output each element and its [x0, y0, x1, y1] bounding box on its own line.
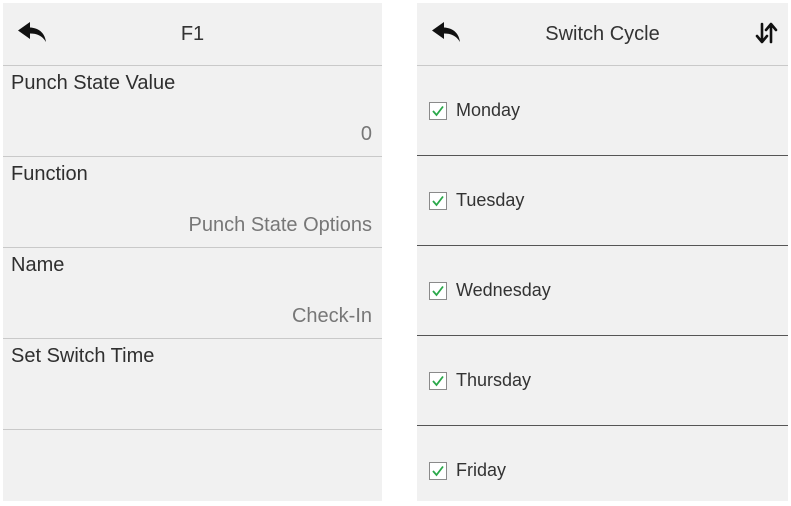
sort-arrows-icon — [755, 22, 778, 44]
back-button[interactable] — [431, 21, 465, 47]
checkmark-icon — [432, 375, 444, 386]
empty-row — [3, 430, 382, 501]
setting-set-switch-time[interactable]: Set Switch Time — [3, 339, 382, 430]
sort-button[interactable] — [754, 21, 780, 47]
day-checkbox[interactable] — [429, 191, 447, 210]
switch-cycle-screen: Switch Cycle Monday Tuesday Wednesday Th… — [417, 3, 788, 501]
day-label: Thursday — [456, 370, 532, 390]
setting-value: Check-In — [291, 305, 372, 327]
checkmark-icon — [432, 105, 444, 116]
function-settings-screen: F1 Punch State Value 0 Function Punch St… — [3, 3, 382, 501]
day-label: Friday — [456, 460, 507, 480]
day-row-thursday[interactable]: Thursday — [417, 336, 788, 426]
back-button[interactable] — [17, 21, 51, 47]
setting-punch-state-value[interactable]: Punch State Value 0 — [3, 66, 382, 157]
day-row-friday[interactable]: Friday — [417, 426, 788, 501]
day-checkbox[interactable] — [429, 101, 447, 120]
setting-label: Name — [11, 254, 65, 276]
day-row-tuesday[interactable]: Tuesday — [417, 156, 788, 246]
back-arrow-icon — [432, 22, 460, 42]
day-label: Monday — [456, 100, 521, 120]
setting-name[interactable]: Name Check-In — [3, 248, 382, 339]
setting-label: Function — [11, 163, 88, 185]
day-row-wednesday[interactable]: Wednesday — [417, 246, 788, 336]
day-checkbox[interactable] — [429, 371, 447, 390]
checkmark-icon — [432, 465, 444, 476]
day-checkbox[interactable] — [429, 281, 447, 300]
setting-value: 0 — [360, 123, 372, 145]
checkmark-icon — [432, 285, 444, 296]
day-checkbox[interactable] — [429, 461, 447, 480]
setting-value: Punch State Options — [188, 214, 372, 236]
checkmark-icon — [432, 195, 444, 206]
back-arrow-icon — [18, 22, 46, 42]
setting-function[interactable]: Function Punch State Options — [3, 157, 382, 248]
screen-title: Switch Cycle — [545, 22, 660, 45]
day-label: Wednesday — [456, 280, 551, 300]
screen-header: F1 — [3, 3, 382, 66]
day-row-monday[interactable]: Monday — [417, 66, 788, 156]
setting-label: Punch State Value — [11, 72, 176, 94]
screen-header: Switch Cycle — [417, 3, 788, 66]
setting-label: Set Switch Time — [11, 345, 155, 367]
screen-title: F1 — [180, 22, 205, 45]
day-label: Tuesday — [456, 190, 525, 210]
